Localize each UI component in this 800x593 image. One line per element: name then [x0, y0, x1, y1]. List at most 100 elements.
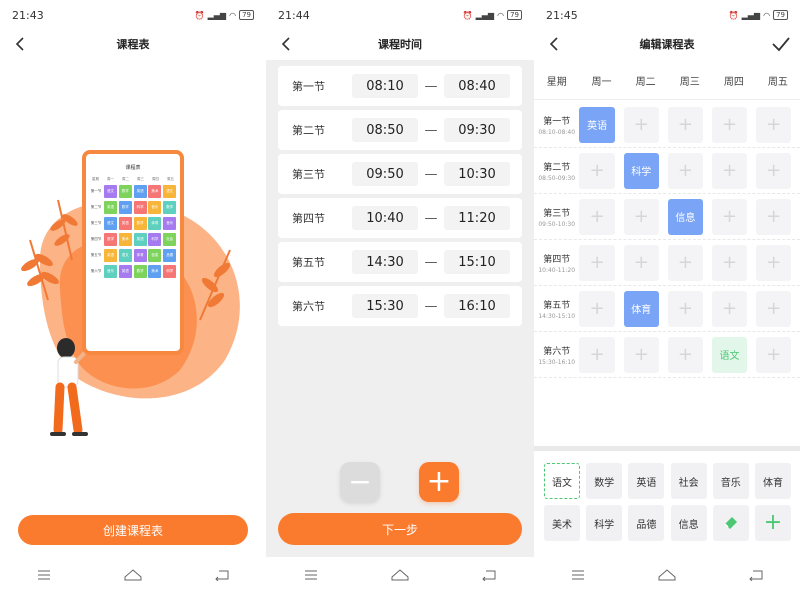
menu-icon[interactable] [296, 565, 326, 585]
next-step-button[interactable]: 下一步 [278, 513, 522, 545]
palette-chip[interactable]: 信息 [670, 505, 707, 541]
empty-slot-cell[interactable]: + [623, 336, 660, 373]
end-time-field[interactable]: 08:40 [444, 74, 510, 98]
empty-slot-cell[interactable]: + [755, 198, 792, 235]
status-bar: 21:43 ⏰ ▂▄▆ ◠ 79 [0, 0, 266, 30]
remove-period-button[interactable]: − [340, 462, 380, 502]
palette-chip[interactable]: 品德 [628, 505, 665, 541]
period-time-row[interactable]: 第四节 10:40 — 11:20 [278, 198, 522, 238]
empty-slot-cell[interactable]: + [711, 152, 748, 189]
empty-slot-cell[interactable]: + [623, 106, 660, 143]
phone-subject-cell: 语文 [163, 185, 177, 198]
start-time-field[interactable]: 09:50 [352, 162, 418, 186]
empty-slot-cell[interactable]: + [711, 290, 748, 327]
status-bar: 21:45 ⏰ ▂▄▆ ◠ 79 [534, 0, 800, 30]
phone-subject-cell: 科学 [163, 265, 177, 278]
add-subject-button[interactable]: + [755, 505, 791, 541]
phone-day-label: 周五 [167, 177, 174, 181]
empty-slot-cell[interactable]: + [667, 290, 704, 327]
timetable-row: 第五节 14:30-15:10 + 体育 + + + [534, 286, 800, 332]
menu-icon[interactable] [29, 565, 59, 585]
empty-slot-cell[interactable]: + [755, 152, 792, 189]
period-time-row[interactable]: 第三节 09:50 — 10:30 [278, 154, 522, 194]
empty-slot-cell[interactable]: + [755, 336, 792, 373]
confirm-button[interactable] [770, 33, 792, 55]
palette-chip[interactable]: 科学 [586, 505, 623, 541]
back-nav-icon[interactable] [474, 565, 504, 585]
create-timetable-button[interactable]: 创建课程表 [18, 515, 248, 545]
home-icon[interactable] [118, 565, 148, 585]
empty-slot-cell[interactable]: + [755, 290, 792, 327]
battery-icon: 79 [507, 10, 522, 20]
empty-slot-cell[interactable]: + [579, 290, 615, 327]
empty-slot-cell[interactable]: + [623, 198, 660, 235]
page-title: 编辑课程表 [639, 38, 695, 51]
palette-chip[interactable]: 音乐 [712, 463, 749, 499]
subject-cell[interactable]: 语文 [711, 336, 748, 373]
empty-slot-cell[interactable]: + [711, 198, 748, 235]
home-icon[interactable] [385, 565, 415, 585]
end-time-field[interactable]: 09:30 [444, 118, 510, 142]
menu-icon[interactable] [563, 565, 593, 585]
palette-chip[interactable]: 社会 [670, 463, 707, 499]
start-time-field[interactable]: 10:40 [352, 206, 418, 230]
phone-subject-cell: 美术 [148, 265, 162, 278]
period-info: 第一节 08:10-08:40 [534, 114, 579, 136]
phone-subject-cell: 美术 [148, 185, 162, 198]
back-nav-icon[interactable] [207, 565, 237, 585]
palette-chip[interactable]: 英语 [628, 463, 665, 499]
empty-slot-cell[interactable]: + [755, 106, 792, 143]
subject-cell[interactable]: 英语 [579, 106, 615, 143]
end-time-field[interactable]: 11:20 [444, 206, 510, 230]
status-time: 21:44 [278, 8, 310, 22]
start-time-field[interactable]: 14:30 [352, 250, 418, 274]
empty-slot-cell[interactable]: + [755, 244, 792, 281]
eraser-button[interactable] [712, 505, 749, 541]
period-time-row[interactable]: 第一节 08:10 — 08:40 [278, 66, 522, 106]
empty-slot-cell[interactable]: + [667, 244, 704, 281]
back-button[interactable] [544, 34, 564, 54]
subject-cell[interactable]: 信息 [667, 198, 704, 235]
empty-slot-cell[interactable]: + [623, 244, 660, 281]
empty-slot-cell[interactable]: + [667, 152, 704, 189]
wifi-icon: ◠ [497, 10, 505, 20]
system-nav-bar [0, 557, 266, 593]
weekday-header-label: 星期 [546, 77, 567, 88]
start-time-field[interactable]: 15:30 [352, 294, 418, 318]
period-time: 08:10-08:40 [538, 128, 576, 136]
phone-subject-cell: 英语 [104, 201, 117, 214]
phone-subject-cell: 数学 [133, 217, 147, 230]
empty-slot-cell[interactable]: + [579, 198, 615, 235]
weekday-5: 周五 [767, 77, 788, 88]
empty-slot-cell[interactable]: + [579, 152, 615, 189]
phone-subject-cell: 音乐 [163, 217, 177, 230]
period-time-row[interactable]: 第二节 08:50 — 09:30 [278, 110, 522, 150]
timetable-row: 第三节 09:50-10:30 + + 信息 + + [534, 194, 800, 240]
home-icon[interactable] [652, 565, 682, 585]
back-button[interactable] [10, 34, 30, 54]
period-time-row[interactable]: 第六节 15:30 — 16:10 [278, 286, 522, 326]
palette-chip[interactable]: 美术 [544, 505, 580, 541]
start-time-field[interactable]: 08:10 [352, 74, 418, 98]
subject-cell[interactable]: 体育 [623, 290, 660, 327]
add-period-button[interactable]: + [419, 462, 459, 502]
empty-slot-cell[interactable]: + [711, 106, 748, 143]
subject-cell[interactable]: 科学 [623, 152, 660, 189]
empty-slot-cell[interactable]: + [579, 336, 615, 373]
start-time-field[interactable]: 08:50 [352, 118, 418, 142]
empty-slot-cell[interactable]: + [579, 244, 615, 281]
end-time-field[interactable]: 15:10 [444, 250, 510, 274]
back-nav-icon[interactable] [741, 565, 771, 585]
palette-chip[interactable]: 语文 [544, 463, 580, 499]
period-time-row[interactable]: 第五节 14:30 — 15:10 [278, 242, 522, 282]
end-time-field[interactable]: 10:30 [444, 162, 510, 186]
palette-chip[interactable]: 体育 [755, 463, 791, 499]
back-button[interactable] [276, 34, 296, 54]
timetable-row: 第二节 08:50-09:30 + 科学 + + + [534, 148, 800, 194]
empty-slot-cell[interactable]: + [667, 106, 704, 143]
nav-bar: 编辑课程表 [534, 30, 800, 58]
end-time-field[interactable]: 16:10 [444, 294, 510, 318]
empty-slot-cell[interactable]: + [711, 244, 748, 281]
empty-slot-cell[interactable]: + [667, 336, 704, 373]
palette-chip[interactable]: 数学 [586, 463, 623, 499]
